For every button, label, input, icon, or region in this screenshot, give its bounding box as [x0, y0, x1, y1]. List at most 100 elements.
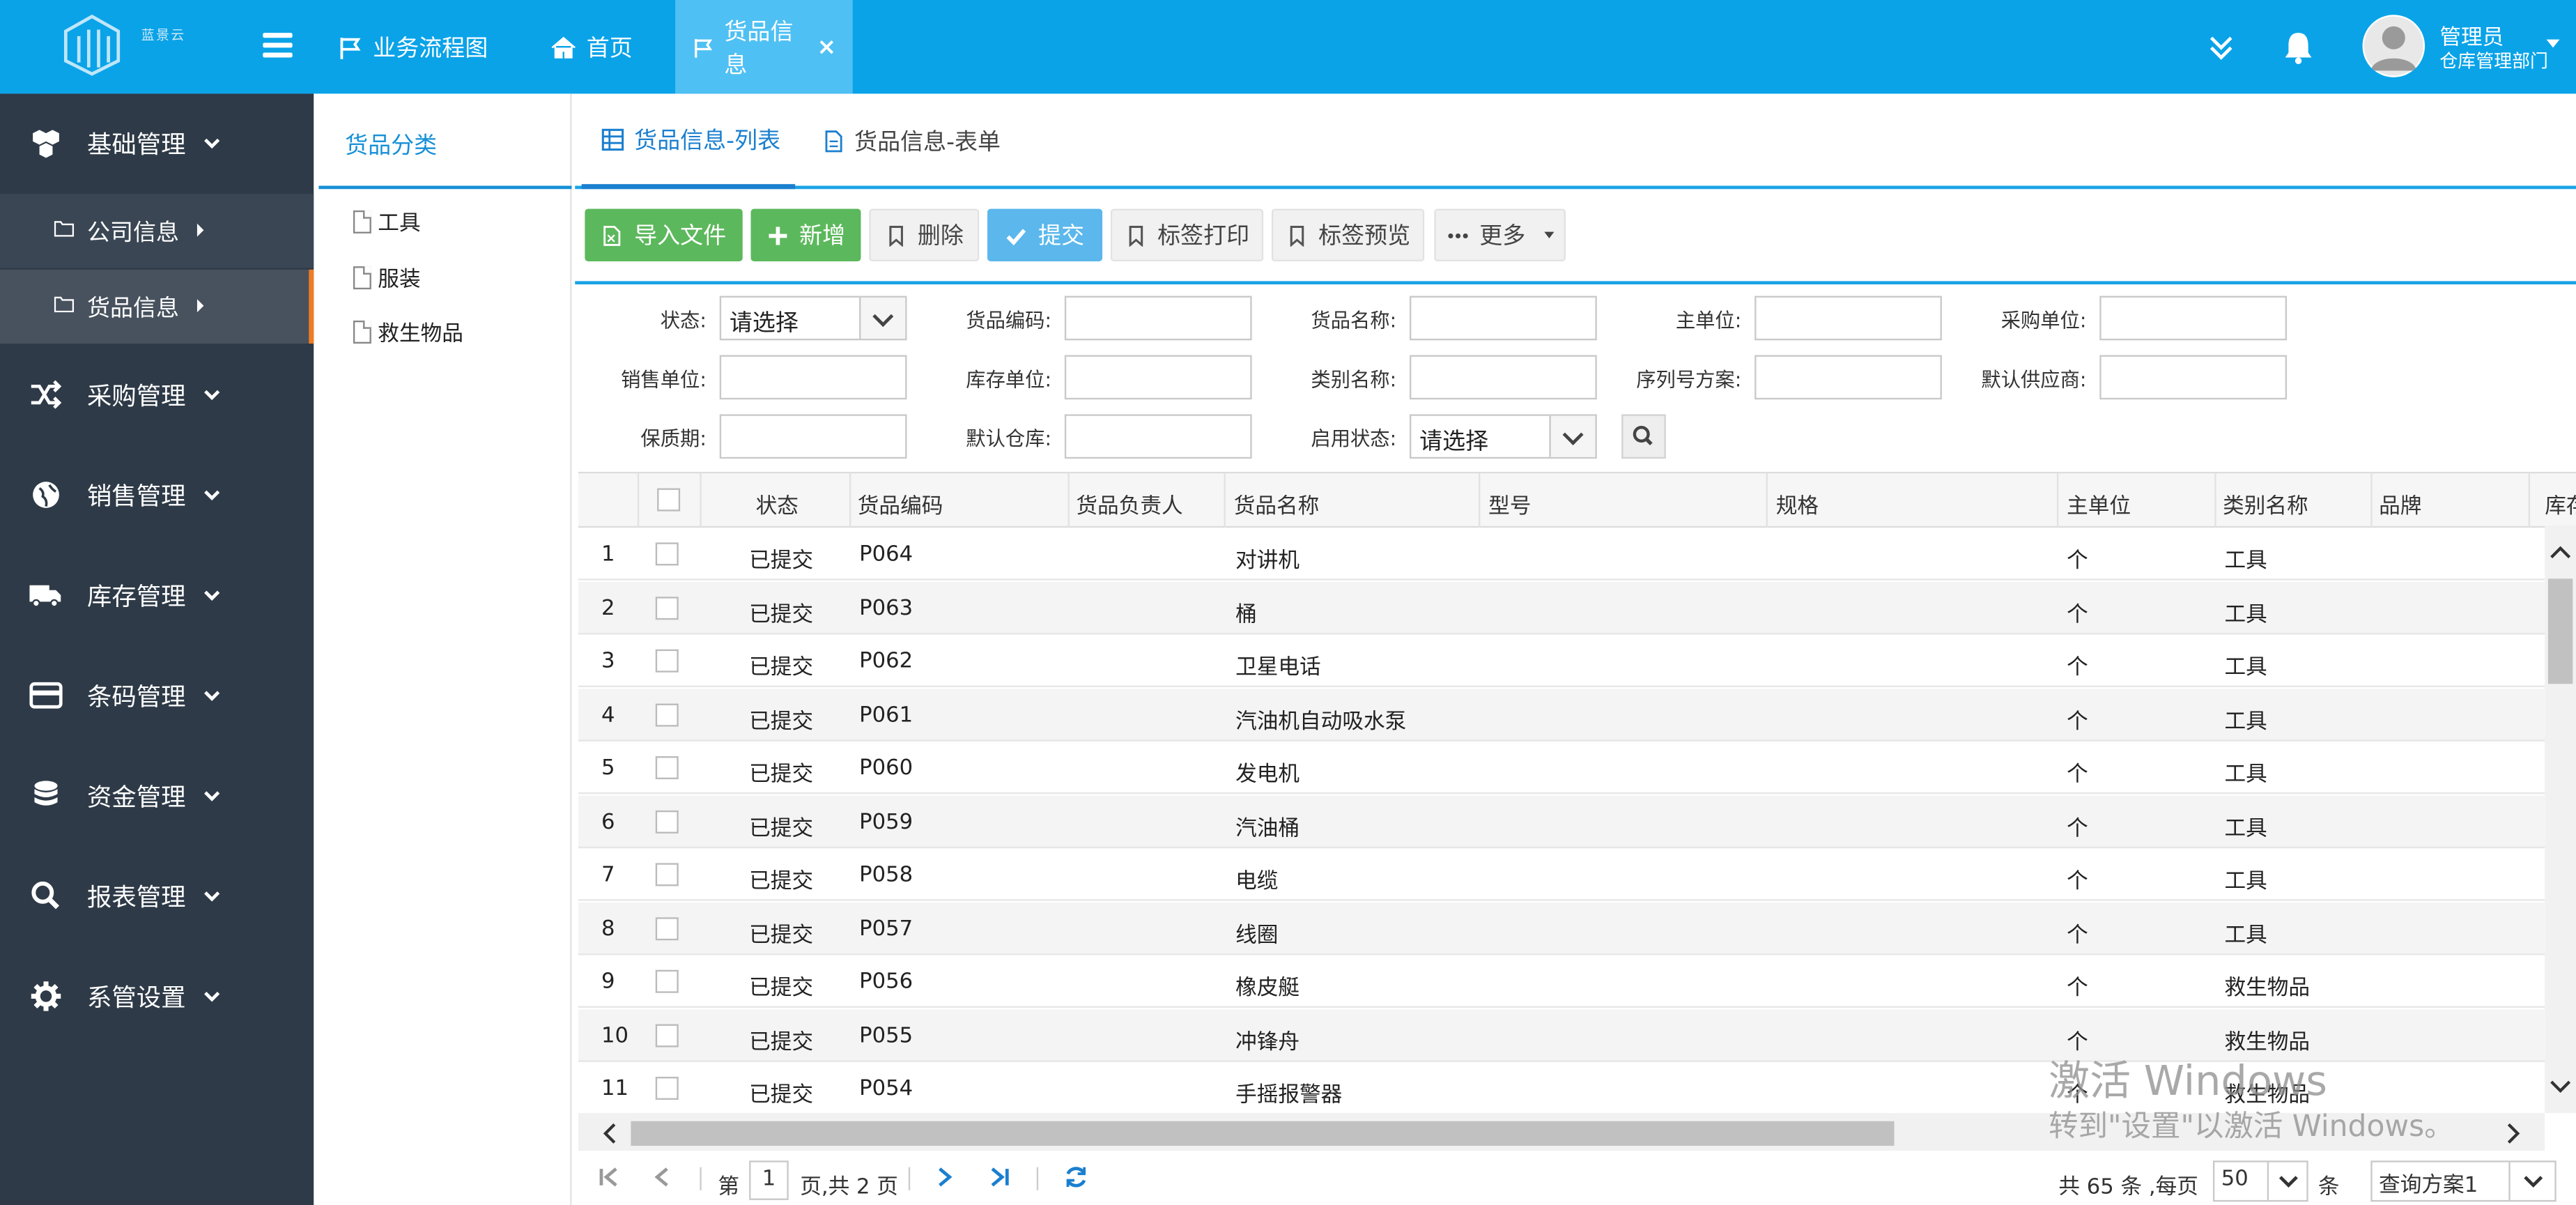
column-header-spec[interactable]: 规格: [1776, 489, 1819, 519]
code-input[interactable]: [1064, 296, 1252, 341]
select-all-checkbox[interactable]: [657, 488, 681, 512]
submit-button[interactable]: 提交: [987, 208, 1103, 262]
table-row[interactable]: 8 已提交 P057 线圈 个 工具: [578, 901, 2545, 955]
serial-scheme-input[interactable]: [1754, 355, 1942, 400]
cell-status: 已提交: [749, 656, 814, 681]
close-icon[interactable]: ×: [817, 33, 836, 60]
row-checkbox[interactable]: [655, 1023, 679, 1047]
category-item[interactable]: 服装: [353, 261, 421, 293]
nav-tab-goods-info[interactable]: 货品信息 ×: [675, 0, 853, 94]
table-row[interactable]: 1 已提交 P064 对讲机 个 工具: [578, 528, 2545, 581]
column-header-category[interactable]: 类别名称: [2223, 489, 2308, 519]
row-checkbox[interactable]: [655, 703, 679, 726]
sidebar-item-reports[interactable]: 报表管理: [0, 855, 314, 937]
sidebar-item-funds[interactable]: 资金管理: [0, 755, 314, 837]
add-button[interactable]: 新增: [750, 208, 861, 262]
sidebar-item-purchase[interactable]: 采购管理: [0, 353, 314, 436]
chevron-left-icon[interactable]: [592, 1114, 629, 1152]
cell-status: 已提交: [749, 1029, 814, 1055]
print-label-button[interactable]: 标签打印: [1110, 208, 1264, 262]
double-chevron-down-icon[interactable]: [2203, 29, 2239, 66]
chevron-down-icon[interactable]: [1549, 415, 1596, 457]
query-scheme-select[interactable]: 查询方案1: [2370, 1160, 2556, 1202]
column-header-code[interactable]: 货品编码: [858, 489, 943, 519]
nav-tab-home[interactable]: 首页: [534, 0, 649, 93]
caret-down-icon[interactable]: [2546, 39, 2560, 48]
row-checkbox[interactable]: [655, 1077, 679, 1100]
sidebar-subitem-company[interactable]: 公司信息: [0, 194, 314, 268]
table-row[interactable]: 5 已提交 P060 发电机 个 工具: [578, 742, 2545, 795]
status-select[interactable]: 请选择: [719, 296, 907, 341]
row-checkbox[interactable]: [655, 863, 679, 887]
column-header-name[interactable]: 货品名称: [1234, 489, 1320, 519]
main-unit-input[interactable]: [1754, 296, 1942, 341]
enabled-select[interactable]: 请选择: [1409, 414, 1597, 459]
table-row[interactable]: 9 已提交 P056 橡皮艇 个 救生物品: [578, 955, 2545, 1008]
table-row[interactable]: 7 已提交 P058 电缆 个 工具: [578, 848, 2545, 901]
row-checkbox[interactable]: [655, 542, 679, 566]
page-number-input[interactable]: 1: [749, 1160, 789, 1200]
sidebar-item-inventory[interactable]: 库存管理: [0, 554, 314, 636]
purchase-unit-input[interactable]: [2099, 296, 2288, 341]
sidebar-subitem-goods[interactable]: 货品信息: [0, 269, 314, 344]
column-header-unit[interactable]: 主单位: [2067, 489, 2131, 519]
table-row[interactable]: 4 已提交 P061 汽油机自动吸水泵 个 工具: [578, 688, 2545, 741]
category-item[interactable]: 工具: [353, 206, 421, 237]
column-header-brand[interactable]: 品牌: [2379, 489, 2421, 519]
menu-toggle-icon[interactable]: [263, 33, 293, 59]
cell-code: P056: [859, 969, 913, 995]
tab-list[interactable]: 货品信息-列表: [581, 93, 796, 190]
name-input[interactable]: [1409, 296, 1597, 341]
chevron-down-icon[interactable]: [2267, 1162, 2307, 1200]
chevron-down-icon[interactable]: [859, 297, 906, 339]
row-checkbox[interactable]: [655, 916, 679, 940]
refresh-icon[interactable]: [1063, 1164, 1089, 1190]
row-checkbox[interactable]: [655, 596, 679, 620]
column-header-status[interactable]: 状态: [756, 489, 799, 519]
shelf-life-input[interactable]: [719, 414, 907, 459]
chevron-right-icon[interactable]: [2494, 1114, 2531, 1152]
user-name[interactable]: 管理员: [2439, 20, 2504, 51]
nav-tab-workflow[interactable]: 业务流程图: [321, 0, 504, 93]
search-button[interactable]: [1621, 414, 1666, 459]
import-button[interactable]: 导入文件: [585, 208, 743, 262]
table-row[interactable]: 3 已提交 P062 卫星电话 个 工具: [578, 634, 2545, 687]
sidebar-item-barcode[interactable]: 条码管理: [0, 654, 314, 737]
horizontal-scroll-thumb[interactable]: [631, 1121, 1895, 1146]
column-header-model[interactable]: 型号: [1488, 489, 1531, 519]
sidebar-item-settings[interactable]: 系管设置: [0, 955, 314, 1037]
table-row[interactable]: 6 已提交 P059 汽油桶 个 工具: [578, 795, 2545, 847]
vertical-scroll-thumb[interactable]: [2547, 578, 2573, 684]
table-row[interactable]: 2 已提交 P063 桶 个 工具: [578, 581, 2545, 634]
first-page-icon[interactable]: [595, 1164, 622, 1190]
row-number: 11: [601, 1077, 628, 1102]
tab-form[interactable]: 货品信息-表单: [822, 93, 1001, 189]
chevron-down-icon[interactable]: [2508, 1162, 2554, 1200]
last-page-icon[interactable]: [987, 1164, 1014, 1190]
preview-label-button[interactable]: 标签预览: [1271, 208, 1425, 262]
page-size-select[interactable]: 50: [2212, 1160, 2308, 1202]
stock-unit-input[interactable]: [1064, 355, 1252, 400]
row-checkbox[interactable]: [655, 756, 679, 780]
delete-button[interactable]: 删除: [869, 208, 980, 262]
bell-icon[interactable]: [2281, 29, 2317, 66]
chevron-up-icon[interactable]: [2545, 537, 2576, 569]
chevron-down-icon[interactable]: [2545, 1070, 2576, 1102]
category-item[interactable]: 救生物品: [353, 316, 463, 347]
row-checkbox[interactable]: [655, 649, 679, 673]
category-panel-title[interactable]: 货品分类: [345, 128, 437, 161]
row-checkbox[interactable]: [655, 809, 679, 833]
row-checkbox[interactable]: [655, 969, 679, 993]
sidebar-item-sales[interactable]: 销售管理: [0, 454, 314, 536]
default-warehouse-input[interactable]: [1064, 414, 1252, 459]
sales-unit-input[interactable]: [719, 355, 907, 400]
next-page-icon[interactable]: [932, 1164, 958, 1190]
sidebar-item-basic[interactable]: 基础管理: [0, 102, 314, 184]
category-name-input[interactable]: [1409, 355, 1597, 400]
column-header-owner[interactable]: 货品负责人: [1076, 489, 1182, 519]
default-supplier-input[interactable]: [2099, 355, 2288, 400]
more-button[interactable]: 更多: [1434, 208, 1566, 262]
column-header-stock[interactable]: 库存: [2545, 489, 2576, 519]
avatar[interactable]: [2362, 15, 2425, 77]
prev-page-icon[interactable]: [649, 1164, 675, 1190]
